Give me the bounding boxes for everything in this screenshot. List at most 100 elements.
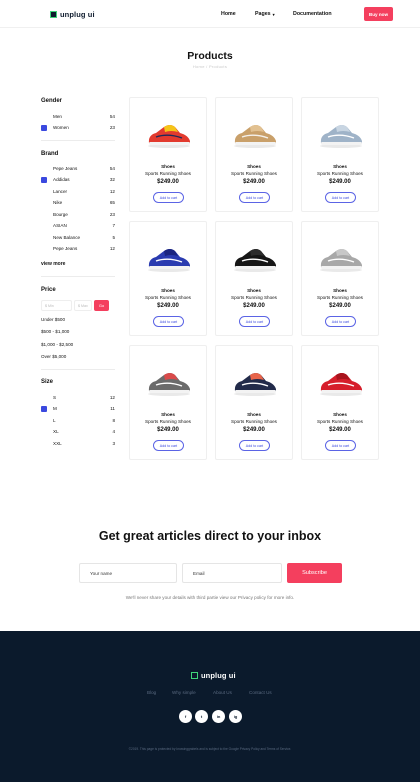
product-card[interactable]: Shoes Sports Running Shoes $249.00 Add to c… — [129, 221, 207, 336]
checkbox[interactable] — [41, 176, 47, 183]
filter-option[interactable]: S 12 — [41, 393, 115, 401]
add-to-cart-button[interactable]: Add to cart — [325, 440, 356, 451]
product-image[interactable] — [144, 237, 194, 277]
product-name[interactable]: Sports Running Shoes — [216, 171, 292, 176]
product-name[interactable]: Sports Running Shoes — [130, 419, 206, 424]
product-image[interactable] — [316, 113, 366, 153]
checkbox[interactable] — [41, 245, 47, 252]
product-card[interactable]: Shoes Sports Running Shoes $249.00 Add to c… — [301, 345, 379, 460]
facebook-icon[interactable]: f — [179, 710, 192, 723]
product-price: $249.00 — [157, 303, 179, 309]
footer-link-about-us[interactable]: About Us — [213, 690, 232, 695]
product-name[interactable]: Sports Running Shoes — [302, 171, 378, 176]
filter-option[interactable]: ASIAN 7 — [41, 222, 115, 230]
checkbox[interactable] — [41, 165, 47, 171]
product-image[interactable] — [316, 361, 366, 401]
add-to-cart-button[interactable]: Add to cart — [153, 192, 184, 203]
add-to-cart-button[interactable]: Add to cart — [325, 192, 356, 203]
newsletter-email-input[interactable]: Email — [182, 563, 282, 583]
price-min-input[interactable]: $ Min — [41, 300, 72, 311]
checkbox[interactable] — [41, 428, 47, 435]
product-name[interactable]: Sports Running Shoes — [302, 419, 378, 424]
product-image[interactable] — [230, 237, 280, 277]
checkbox[interactable] — [41, 124, 47, 131]
footer-link-why-simple[interactable]: Why simple — [172, 690, 196, 695]
filter-option[interactable]: Lancer 12 — [41, 187, 115, 195]
product-price: $249.00 — [157, 427, 179, 433]
product-card[interactable]: Shoes Sports Running Shoes $249.00 Add to c… — [215, 221, 293, 336]
product-card[interactable]: Shoes Sports Running Shoes $249.00 Add to c… — [301, 97, 379, 212]
checkbox[interactable] — [41, 394, 47, 400]
add-to-cart-button[interactable]: Add to cart — [239, 440, 270, 451]
checkbox[interactable] — [41, 440, 47, 446]
footer-link-blog[interactable]: Blog — [147, 690, 156, 695]
checkbox[interactable] — [41, 234, 47, 240]
filter-option-count: 11 — [110, 406, 115, 411]
checkbox[interactable] — [41, 188, 47, 194]
product-image[interactable] — [316, 237, 366, 277]
nav-documentation[interactable]: Documentation — [293, 11, 332, 17]
product-name[interactable]: Sports Running Shoes — [302, 295, 378, 300]
add-to-cart-button[interactable]: Add to cart — [153, 440, 184, 451]
filter-option[interactable]: Nike 65 — [41, 199, 115, 207]
filter-option[interactable]: Women 23 — [41, 124, 115, 132]
add-to-cart-button[interactable]: Add to cart — [239, 316, 270, 327]
product-image[interactable] — [230, 113, 280, 153]
price-max-input[interactable]: $ Max — [74, 300, 92, 311]
add-to-cart-button[interactable]: Add to cart — [239, 192, 270, 203]
filter-option[interactable]: New Balance 5 — [41, 233, 115, 241]
product-card[interactable]: Shoes Sports Running Shoes $249.00 Add to c… — [129, 97, 207, 212]
product-card[interactable]: Shoes Sports Running Shoes $249.00 Add to c… — [301, 221, 379, 336]
twitter-icon[interactable]: t — [195, 710, 208, 723]
brand-logo[interactable]: unplug ui — [50, 10, 95, 19]
logo-icon — [191, 672, 198, 679]
footer-link-contact-us[interactable]: Contact Us — [249, 690, 272, 695]
buy-now-button[interactable]: Buy now — [364, 7, 393, 21]
product-card[interactable]: Shoes Sports Running Shoes $249.00 Add to c… — [215, 97, 293, 212]
footer-logo[interactable]: unplug ui — [191, 671, 236, 680]
product-category: Shoes — [161, 288, 175, 293]
breadcrumb[interactable]: Home / Products — [0, 64, 420, 69]
view-more-link[interactable]: view more — [41, 261, 65, 267]
filter-option[interactable]: XXL 3 — [41, 439, 115, 447]
nav-pages[interactable]: Pages ▾ — [255, 11, 275, 17]
product-name[interactable]: Sports Running Shoes — [130, 171, 206, 176]
product-image[interactable] — [144, 113, 194, 153]
filter-option[interactable]: Addidas 32 — [41, 176, 115, 184]
product-image[interactable] — [144, 361, 194, 401]
product-card[interactable]: Shoes Sports Running Shoes $249.00 Add to c… — [129, 345, 207, 460]
newsletter-name-input[interactable]: Your name — [79, 563, 177, 583]
checkbox[interactable] — [41, 405, 47, 412]
filter-option[interactable]: Pepe Jeans 54 — [41, 164, 115, 172]
product-name[interactable]: Sports Running Shoes — [216, 419, 292, 424]
filter-option[interactable]: Pepe Jeans 12 — [41, 245, 115, 253]
price-option[interactable]: $500 - $1,000 — [41, 329, 69, 334]
product-price: $249.00 — [329, 179, 351, 185]
product-name[interactable]: Sports Running Shoes — [130, 295, 206, 300]
linkedin-icon[interactable]: in — [212, 710, 225, 723]
checkbox[interactable] — [41, 113, 47, 119]
newsletter-privacy-note: We'll never share your details with thir… — [125, 595, 295, 600]
add-to-cart-button[interactable]: Add to cart — [153, 316, 184, 327]
filter-option[interactable]: M 11 — [41, 405, 115, 413]
product-card[interactable]: Shoes Sports Running Shoes $249.00 Add to c… — [215, 345, 293, 460]
logo-text: unplug ui — [60, 10, 95, 19]
filter-option[interactable]: L8 — [41, 416, 115, 424]
subscribe-button[interactable]: Subscribe — [287, 563, 342, 583]
checkbox[interactable] — [41, 211, 47, 217]
price-go-button[interactable]: Go — [94, 300, 109, 311]
nav-home[interactable]: Home — [221, 11, 236, 17]
price-option[interactable]: Under $500 — [41, 317, 65, 322]
product-image[interactable] — [230, 361, 280, 401]
instagram-icon[interactable]: ig — [229, 710, 242, 723]
checkbox[interactable] — [41, 199, 47, 206]
price-option[interactable]: $1,000 - $2,500 — [41, 342, 73, 347]
product-name[interactable]: Sports Running Shoes — [216, 295, 292, 300]
filter-option[interactable]: XL 4 — [41, 428, 115, 436]
checkbox[interactable] — [41, 222, 47, 229]
filter-option[interactable]: Men 54 — [41, 112, 115, 120]
price-option[interactable]: Over $5,000 — [41, 354, 66, 359]
add-to-cart-button[interactable]: Add to cart — [325, 316, 356, 327]
filter-option[interactable]: Bourge 23 — [41, 210, 115, 218]
checkbox[interactable] — [41, 417, 47, 423]
